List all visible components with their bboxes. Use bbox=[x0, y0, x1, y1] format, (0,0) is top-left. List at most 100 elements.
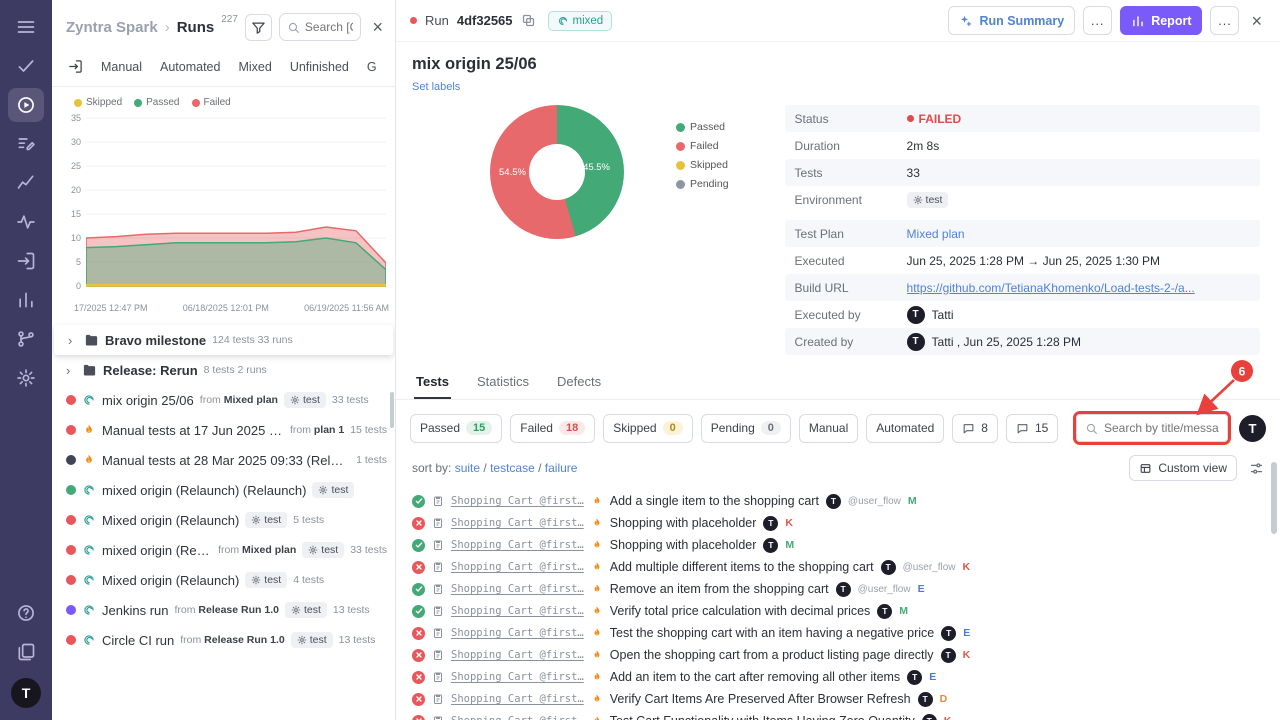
run-row[interactable]: Manual tests at 17 Jun 2025 10:09 from p… bbox=[52, 415, 395, 445]
line-chart-icon[interactable] bbox=[8, 166, 44, 200]
run-more-button[interactable]: ... bbox=[1083, 6, 1112, 35]
test-suite-link[interactable]: Shopping Cart @first… bbox=[451, 495, 584, 507]
sort-link-suite[interactable]: suite bbox=[455, 461, 480, 475]
set-labels-link[interactable]: Set labels bbox=[412, 81, 460, 93]
test-title[interactable]: Verify Cart Items Are Preserved After Br… bbox=[610, 692, 911, 706]
runs-search[interactable] bbox=[279, 13, 362, 41]
test-title[interactable]: Verify total price calculation with deci… bbox=[610, 604, 871, 618]
sort-link-failure[interactable]: failure bbox=[545, 461, 578, 475]
filter-chip-pending[interactable]: Pending 0 bbox=[701, 414, 791, 443]
test-row[interactable]: Shopping Cart @first… Add multiple diffe… bbox=[412, 556, 1266, 578]
filter-chip-automated[interactable]: Automated bbox=[866, 414, 944, 443]
test-row[interactable]: Shopping Cart @first… Open the shopping … bbox=[412, 644, 1266, 666]
runs-tab-unfinished[interactable]: Unfinished bbox=[290, 60, 349, 74]
panel-close-icon[interactable]: × bbox=[368, 18, 387, 36]
run-row[interactable]: mixed origin (Relaunch) from Mixed plan … bbox=[52, 535, 395, 565]
gear-icon[interactable] bbox=[8, 361, 44, 395]
test-suite-link[interactable]: Shopping Cart @first… bbox=[451, 539, 584, 551]
test-suite-link[interactable]: Shopping Cart @first… bbox=[451, 715, 584, 720]
chevron-right-icon[interactable]: › bbox=[68, 333, 78, 348]
docs-icon[interactable] bbox=[8, 635, 44, 669]
test-title[interactable]: Add an item to the cart after removing a… bbox=[610, 670, 900, 684]
runs-tab-mixed[interactable]: Mixed bbox=[238, 60, 271, 74]
chevron-right-icon[interactable]: › bbox=[66, 363, 76, 378]
test-title[interactable]: Add a single item to the shopping cart bbox=[610, 494, 819, 508]
user-avatar[interactable]: T bbox=[11, 678, 41, 708]
main-scrollbar[interactable] bbox=[1271, 462, 1277, 534]
test-row[interactable]: Shopping Cart @first… Verify total price… bbox=[412, 600, 1266, 622]
milestone-row[interactable]: › Release: Rerun 8 tests 2 runs bbox=[52, 355, 395, 385]
user-filter-avatar[interactable]: T bbox=[1239, 415, 1266, 442]
play-circle-icon[interactable] bbox=[8, 88, 44, 122]
run-row[interactable]: mix origin 25/06 from Mixed plan test 33… bbox=[52, 385, 395, 415]
runs-tab-manual[interactable]: Manual bbox=[101, 60, 142, 74]
test-row[interactable]: Shopping Cart @first… Test the shopping … bbox=[412, 622, 1266, 644]
bar-chart-icon[interactable] bbox=[8, 283, 44, 317]
test-row[interactable]: Shopping Cart @first… Add an item to the… bbox=[412, 666, 1266, 688]
run-row[interactable]: Jenkins run from Release Run 1.0 test 13… bbox=[52, 595, 395, 625]
test-row[interactable]: Shopping Cart @first… Add a single item … bbox=[412, 490, 1266, 512]
avatar: T bbox=[907, 333, 925, 351]
check-icon[interactable] bbox=[8, 49, 44, 83]
runs-tab-g[interactable]: G bbox=[367, 60, 377, 74]
view-settings-icon[interactable] bbox=[1249, 461, 1264, 476]
sort-link-testcase[interactable]: testcase bbox=[490, 461, 535, 475]
import-icon[interactable] bbox=[8, 244, 44, 278]
test-title[interactable]: Open the shopping cart from a product li… bbox=[610, 648, 934, 662]
copy-run-id-button[interactable] bbox=[521, 13, 536, 28]
test-suite-link[interactable]: Shopping Cart @first… bbox=[451, 561, 584, 573]
test-row[interactable]: Shopping Cart @first… Test Cart Function… bbox=[412, 710, 1266, 720]
panel-scrollbar[interactable] bbox=[390, 392, 394, 428]
test-title[interactable]: Remove an item from the shopping cart bbox=[610, 582, 829, 596]
run-row[interactable]: Manual tests at 28 Mar 2025 09:33 (Relau… bbox=[52, 445, 395, 475]
filter-button[interactable] bbox=[245, 14, 272, 41]
help-icon[interactable] bbox=[8, 596, 44, 630]
test-title[interactable]: Test the shopping cart with an item havi… bbox=[610, 626, 935, 640]
run-row[interactable]: Circle CI run from Release Run 1.0 test … bbox=[52, 625, 395, 655]
test-row[interactable]: Shopping Cart @first… Shopping with plac… bbox=[412, 534, 1266, 556]
milestone-row[interactable]: › Bravo milestone 124 tests 33 runs bbox=[54, 325, 393, 355]
test-suite-link[interactable]: Shopping Cart @first… bbox=[451, 605, 584, 617]
filter-chip-15[interactable]: 15 bbox=[1006, 414, 1058, 443]
detail-link[interactable]: https://github.com/TetianaKhomenko/Load-… bbox=[907, 281, 1195, 295]
test-row[interactable]: Shopping Cart @first… Shopping with plac… bbox=[412, 512, 1266, 534]
tests-search[interactable] bbox=[1076, 414, 1228, 442]
test-suite-link[interactable]: Shopping Cart @first… bbox=[451, 693, 584, 705]
test-suite-link[interactable]: Shopping Cart @first… bbox=[451, 627, 584, 639]
detail-link[interactable]: Mixed plan bbox=[907, 227, 965, 241]
breadcrumb-runs[interactable]: Runs bbox=[177, 19, 215, 36]
filter-chip-manual[interactable]: Manual bbox=[799, 414, 858, 443]
runs-tab-automated[interactable]: Automated bbox=[160, 60, 220, 74]
filter-chip-passed[interactable]: Passed 15 bbox=[410, 414, 502, 443]
run-row[interactable]: Mixed origin (Relaunch) test 4 tests bbox=[52, 565, 395, 595]
test-title[interactable]: Test Cart Functionality with Items Havin… bbox=[610, 714, 915, 720]
test-row[interactable]: Shopping Cart @first… Remove an item fro… bbox=[412, 578, 1266, 600]
test-suite-link[interactable]: Shopping Cart @first… bbox=[451, 517, 584, 529]
test-suite-link[interactable]: Shopping Cart @first… bbox=[451, 583, 584, 595]
tab-tests[interactable]: Tests bbox=[414, 367, 451, 399]
list-edit-icon[interactable] bbox=[8, 127, 44, 161]
run-row[interactable]: Mixed origin (Relaunch) test 5 tests bbox=[52, 505, 395, 535]
test-title[interactable]: Add multiple different items to the shop… bbox=[610, 560, 874, 574]
test-suite-link[interactable]: Shopping Cart @first… bbox=[451, 671, 584, 683]
activity-icon[interactable] bbox=[8, 205, 44, 239]
filter-chip-8[interactable]: 8 bbox=[952, 414, 998, 443]
custom-view-button[interactable]: Custom view bbox=[1129, 455, 1237, 481]
report-more-button[interactable]: ... bbox=[1210, 6, 1239, 35]
tab-defects[interactable]: Defects bbox=[555, 367, 603, 399]
tests-search-input[interactable] bbox=[1104, 421, 1219, 435]
runs-search-input[interactable] bbox=[305, 20, 354, 34]
close-run-icon[interactable]: × bbox=[1247, 12, 1266, 30]
git-branch-icon[interactable] bbox=[8, 322, 44, 356]
report-button[interactable]: Report bbox=[1120, 6, 1202, 35]
tab-statistics[interactable]: Statistics bbox=[475, 367, 531, 399]
filter-chip-skipped[interactable]: Skipped 0 bbox=[603, 414, 693, 443]
menu-icon[interactable] bbox=[8, 10, 44, 44]
test-title[interactable]: Shopping with placeholder bbox=[610, 516, 757, 530]
test-suite-link[interactable]: Shopping Cart @first… bbox=[451, 649, 584, 661]
run-row[interactable]: mixed origin (Relaunch) (Relaunch) test bbox=[52, 475, 395, 505]
filter-chip-failed[interactable]: Failed 18 bbox=[510, 414, 595, 443]
test-row[interactable]: Shopping Cart @first… Verify Cart Items … bbox=[412, 688, 1266, 710]
run-summary-button[interactable]: Run Summary bbox=[948, 6, 1075, 35]
test-title[interactable]: Shopping with placeholder bbox=[610, 538, 757, 552]
